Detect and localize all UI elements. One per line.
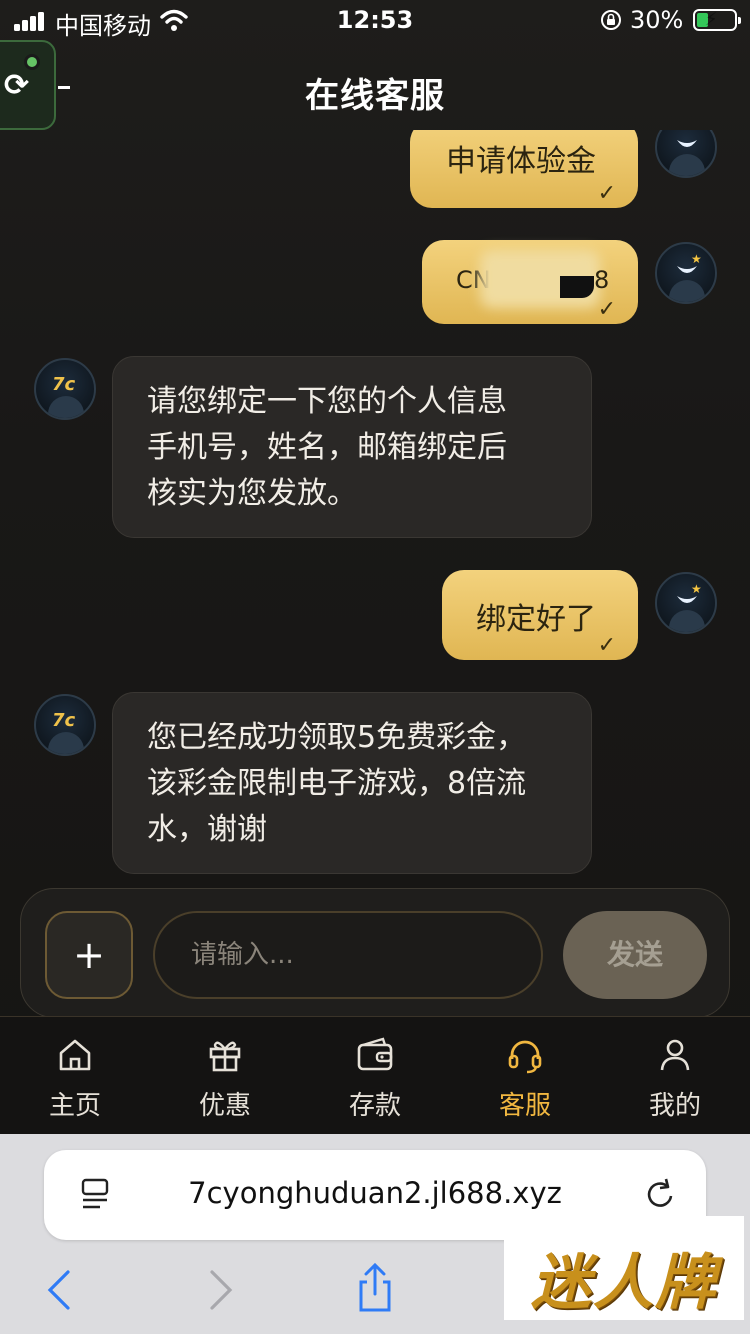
message-composer: + 发送 [20, 888, 730, 1018]
app-screen: 中国移动 12:53 30% ⚡ 在线客服 ⟳ 申请体验金 ✓ CN 8 ✓ ★… [0, 0, 750, 1134]
message-text-tail: 8 [594, 266, 610, 294]
tab-label: 主页 [48, 1091, 101, 1121]
message-bubble-incoming[interactable]: 请您绑定一下您的个人信息 手机号，姓名，邮箱绑定后 核实为您发放。 [112, 356, 592, 538]
user-icon [660, 1039, 690, 1071]
agent-avatar: 7c [34, 694, 96, 756]
tab-profile[interactable]: 我的 [600, 1017, 750, 1134]
tab-promotions[interactable]: 优惠 [150, 1017, 300, 1134]
read-check-icon: ✓ [597, 297, 616, 322]
message-text: 绑定好了 [476, 602, 596, 637]
message-bubble-outgoing[interactable]: 申请体验金 ✓ [410, 130, 638, 208]
tab-customer-service[interactable]: 客服 [450, 1017, 600, 1134]
status-dot [24, 54, 40, 70]
forward-icon[interactable] [206, 1268, 236, 1312]
battery-charging-icon: ⚡ [693, 9, 741, 31]
star-icon: ★ [691, 582, 702, 596]
page-header: 在线客服 [0, 50, 750, 130]
message-bubble-outgoing[interactable]: 绑定好了 ✓ [442, 570, 638, 660]
tab-label: 存款 [348, 1091, 401, 1121]
tab-deposit[interactable]: 存款 [300, 1017, 450, 1134]
tab-label: 优惠 [198, 1091, 251, 1121]
tab-label: 我的 [648, 1091, 701, 1121]
read-check-icon: ✓ [597, 633, 616, 658]
wallet-icon [357, 1037, 393, 1071]
message-line: 手机号，姓名，邮箱绑定后 [147, 430, 507, 465]
rotation-lock-icon [601, 10, 621, 30]
refresh-icon: ⟳ [4, 68, 30, 103]
chat-area[interactable]: 申请体验金 ✓ CN 8 ✓ ★ 7c 请您绑定一下您的个人信息 手机号，姓名，… [0, 130, 750, 890]
watermark-text: 迷人牌 [531, 1248, 717, 1318]
share-icon[interactable] [355, 1262, 395, 1314]
send-button[interactable]: 发送 [563, 911, 707, 999]
read-check-icon: ✓ [597, 181, 616, 206]
watermark-logo: 迷人牌 [504, 1216, 744, 1320]
message-bubble-incoming[interactable]: 您已经成功领取5免费彩金， 该彩金限制电子游戏，8倍流 水，谢谢 [112, 692, 592, 874]
tab-label: 客服 [498, 1091, 551, 1121]
user-avatar: ★ [655, 572, 717, 634]
reload-icon[interactable] [644, 1176, 678, 1212]
redaction-block [560, 276, 594, 298]
user-avatar: ★ [655, 242, 717, 304]
attach-button[interactable]: + [45, 911, 133, 999]
message-line: 核实为您发放。 [147, 476, 357, 511]
message-line: 请您绑定一下您的个人信息 [147, 384, 507, 419]
status-bar: 中国移动 12:53 30% ⚡ [0, 0, 750, 44]
headset-icon [508, 1040, 542, 1074]
back-icon[interactable] [44, 1268, 74, 1312]
user-avatar [655, 130, 717, 178]
message-input[interactable] [153, 911, 543, 999]
page-title: 在线客服 [305, 76, 445, 116]
message-line: 您已经成功领取5免费彩金， [147, 720, 527, 755]
bottom-tab-bar: 主页 优惠 存款 客服 我的 [0, 1016, 750, 1134]
message-text: 申请体验金 [446, 144, 596, 179]
agent-logo: 7c [52, 710, 76, 731]
message-bubble-outgoing[interactable]: CN 8 ✓ [422, 240, 638, 324]
agent-avatar: 7c [34, 358, 96, 420]
tab-home[interactable]: 主页 [0, 1017, 150, 1134]
star-icon: ★ [691, 252, 702, 266]
agent-logo: 7c [52, 374, 76, 395]
message-line: 该彩金限制电子游戏，8倍流 [147, 766, 527, 801]
url-text: 7cyonghuduan2.jl688.xyz [188, 1176, 562, 1210]
home-icon [59, 1039, 91, 1071]
floating-refresh-button[interactable]: ⟳ [0, 40, 56, 130]
battery-percent: 30% [630, 6, 684, 34]
divider [58, 86, 70, 89]
gift-icon [209, 1041, 241, 1072]
message-line: 水，谢谢 [147, 812, 267, 847]
